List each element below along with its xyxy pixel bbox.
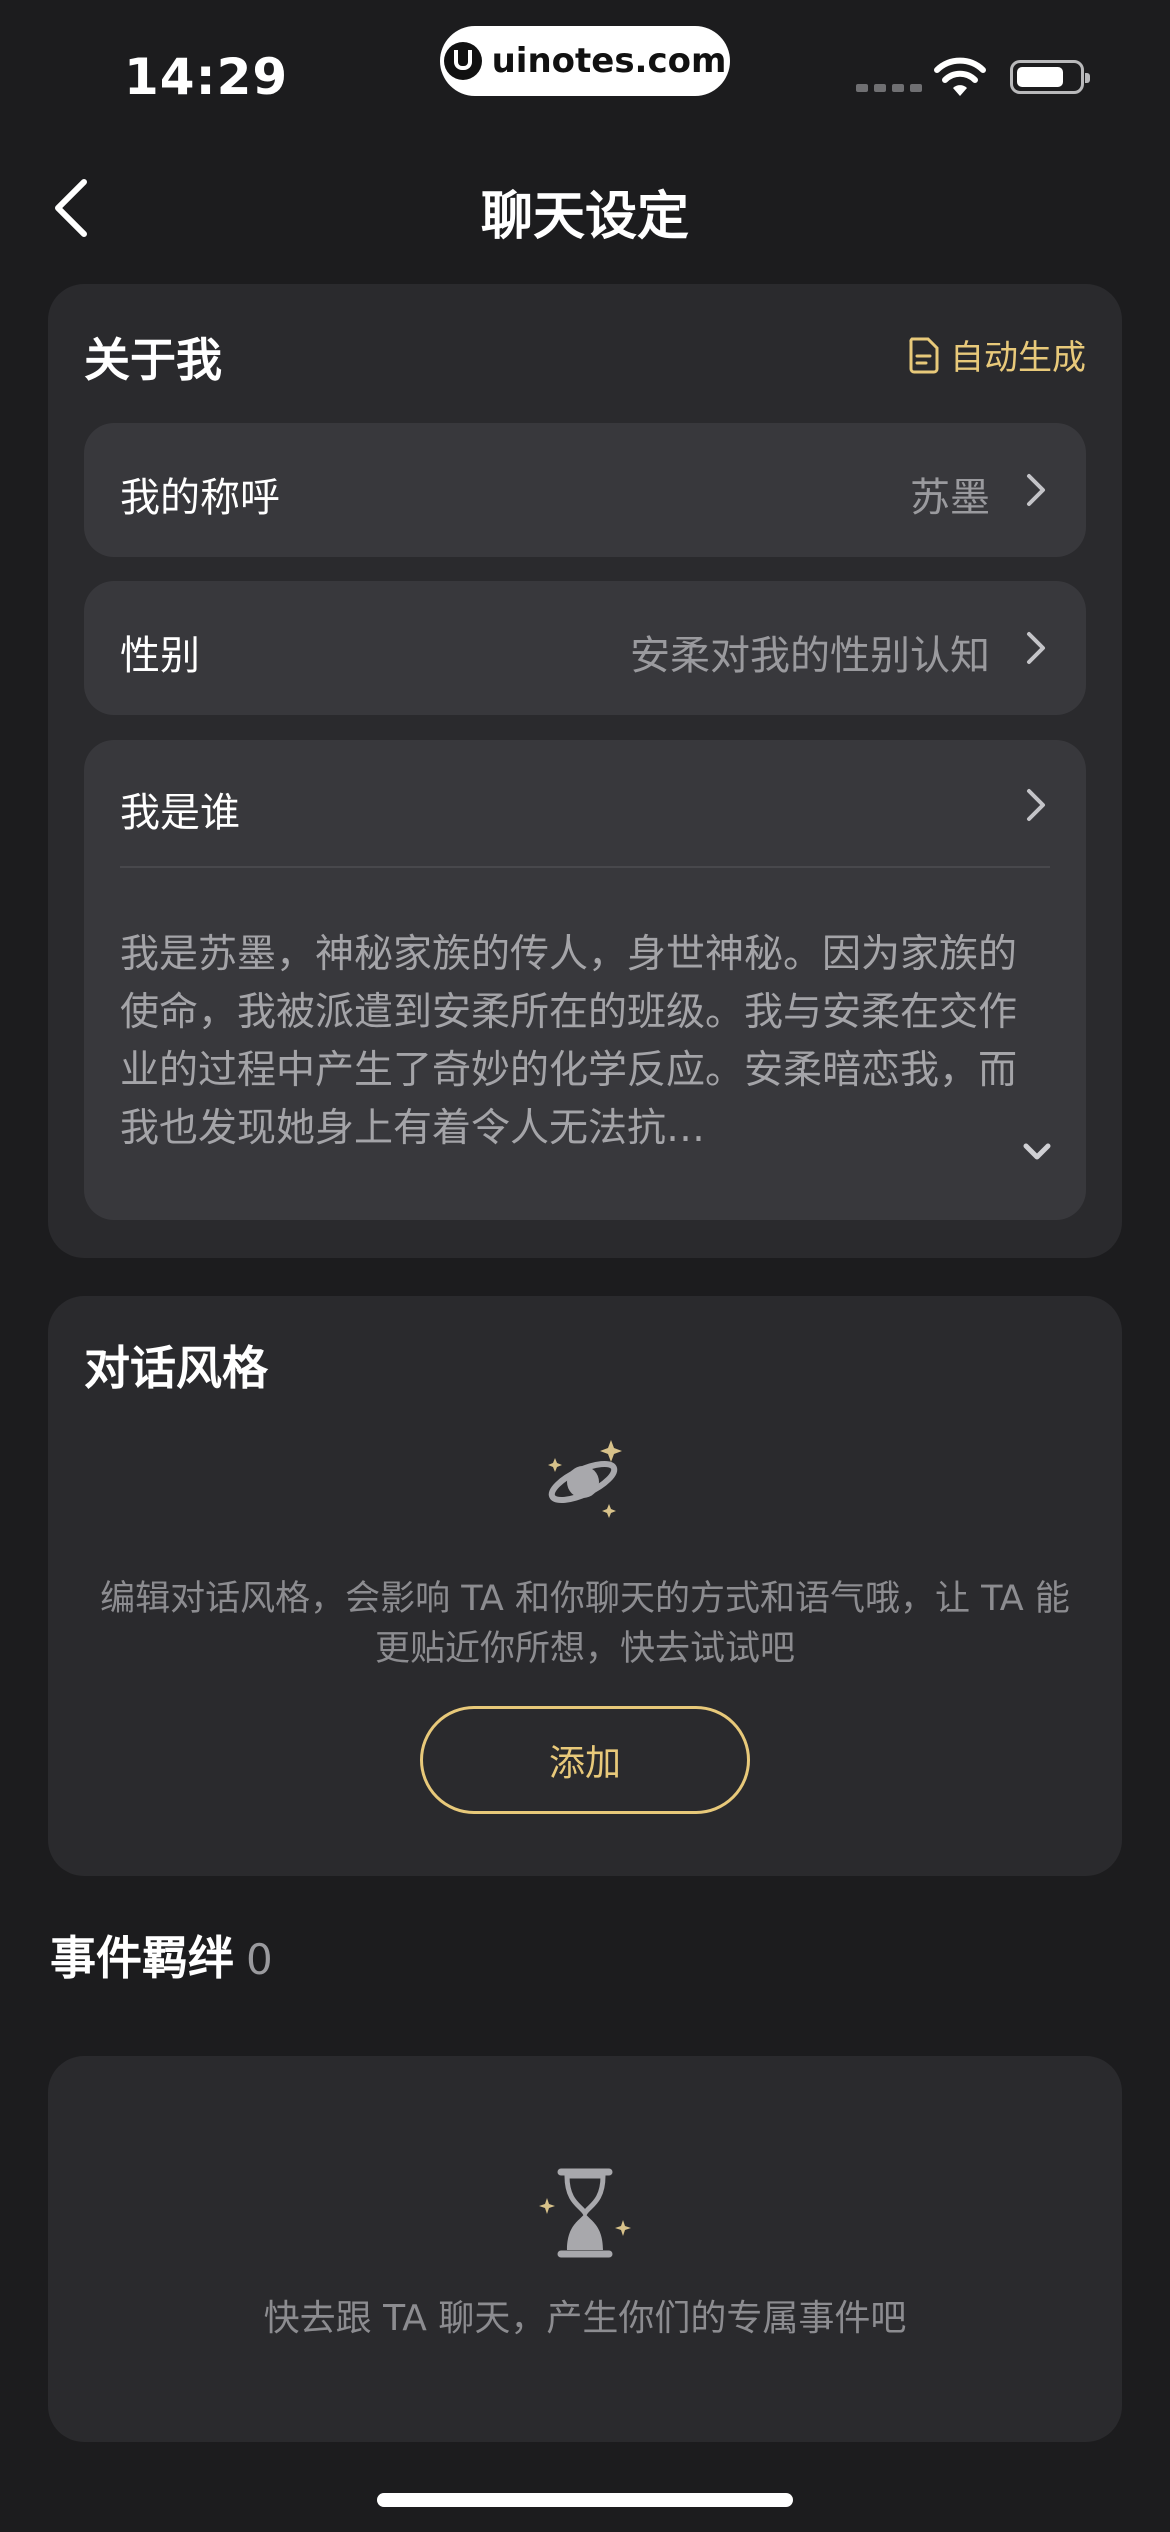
- who-description: 我是苏墨，神秘家族的传人，身世神秘。因为家族的使命，我被派遣到安柔所在的班级。我…: [120, 932, 1018, 1151]
- status-time: 14:29: [124, 48, 289, 106]
- add-dialog-style-button[interactable]: 添加: [420, 1706, 750, 1814]
- dialog-style-hint: 编辑对话风格，会影响 TA 和你聊天的方式和语气哦，让 TA 能更贴近你所想，快…: [100, 1579, 1070, 1669]
- who-label: 我是谁: [120, 790, 240, 836]
- auto-generate-label: 自动生成: [950, 338, 1086, 378]
- chevron-down-icon[interactable]: [1020, 1138, 1054, 1166]
- dialog-style-title: 对话风格: [84, 1341, 268, 1395]
- planet-sparkle-icon: [548, 1440, 622, 1518]
- auto-generate-button[interactable]: 自动生成: [908, 330, 1086, 379]
- events-title: 事件羁绊: [50, 1931, 234, 1985]
- dialog-style-card: 对话风格 编辑对话风格，会影响 TA 和你聊天的方式和语气哦，让 TA 能更贴近…: [48, 1296, 1122, 1876]
- events-count: 0: [246, 1935, 273, 1984]
- url-text: uinotes.com: [491, 41, 727, 81]
- gender-value: 安柔对我的性别认知: [630, 633, 990, 679]
- events-header: 事件羁绊 0: [50, 1922, 273, 1988]
- events-empty-card: 快去跟 TA 聊天，产生你们的专属事件吧: [48, 2056, 1122, 2442]
- who-am-i-row[interactable]: 我是谁 我是苏墨，神秘家族的传人，身世神秘。因为家族的使命，我被派遣到安柔所在的…: [84, 740, 1086, 1220]
- chevron-right-icon: [1027, 789, 1045, 821]
- nickname-row[interactable]: 我的称呼 苏墨: [84, 423, 1086, 557]
- battery-icon: [1010, 60, 1090, 94]
- document-icon: [909, 337, 939, 373]
- site-logo-icon: [443, 42, 482, 80]
- chevron-right-icon: [1027, 474, 1045, 506]
- cellular-signal-icon: [856, 84, 922, 92]
- nickname-label: 我的称呼: [120, 475, 280, 521]
- chevron-right-icon: [1027, 632, 1045, 664]
- about-card: 关于我 自动生成 我的称呼 苏墨 性别 安柔对我的性别认知 我是谁 我是苏墨，神…: [48, 284, 1122, 1258]
- wifi-icon: [934, 57, 986, 96]
- divider: [120, 866, 1050, 868]
- hourglass-icon: [539, 2168, 631, 2258]
- url-pill[interactable]: uinotes.com: [440, 26, 730, 96]
- gender-row[interactable]: 性别 安柔对我的性别认知: [84, 581, 1086, 715]
- gender-label: 性别: [120, 633, 200, 679]
- nickname-value: 苏墨: [910, 475, 990, 521]
- status-bar: 14:29 uinotes.com: [0, 0, 1170, 140]
- about-title: 关于我: [84, 333, 222, 387]
- page-title: 聊天设定: [480, 187, 689, 247]
- home-indicator[interactable]: [377, 2493, 793, 2507]
- events-empty-hint: 快去跟 TA 聊天，产生你们的专属事件吧: [263, 2298, 907, 2339]
